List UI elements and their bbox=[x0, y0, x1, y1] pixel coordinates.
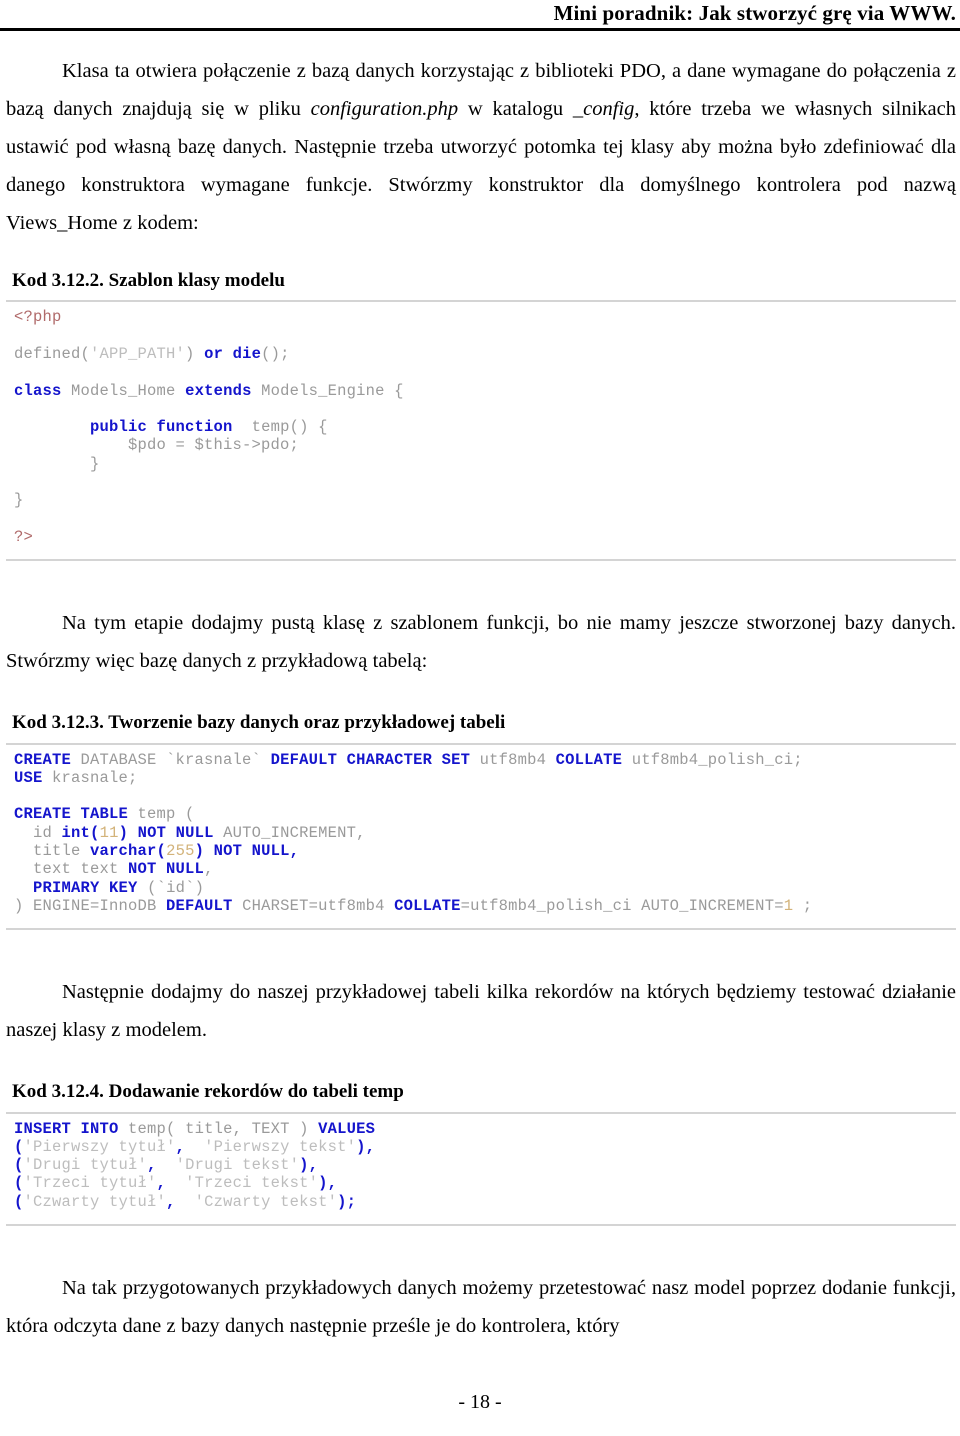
code-block-2-content: CREATE DATABASE `krasnale` DEFAULT CHARA… bbox=[14, 750, 813, 915]
page-number: - 18 - bbox=[458, 1391, 502, 1413]
directory-config: _config bbox=[572, 98, 635, 121]
code-block-2: Kod 3.12.3. Tworzenie bazy danych oraz p… bbox=[6, 711, 956, 931]
paragraph-empty-class: Na tym etapie dodajmy pustą klasę z szab… bbox=[6, 612, 956, 672]
code-block-1-content: <?php defined('APP_PATH') or die(); clas… bbox=[14, 308, 404, 546]
code-block-1: Kod 3.12.2. Szablon klasy modelu <?php d… bbox=[6, 269, 956, 562]
code-block-3-content: INSERT INTO temp( title, TEXT ) VALUES (… bbox=[14, 1119, 376, 1211]
paragraph-intro-part2: w katalogu bbox=[458, 98, 573, 121]
document-page: Mini poradnik: Jak stworzyć grę via WWW.… bbox=[0, 0, 960, 1436]
paragraph-intro: Klasa ta otwiera połączenie z bazą danyc… bbox=[6, 53, 956, 243]
paragraph-closing: Na tak przygotowanych przykładowych dany… bbox=[6, 1277, 956, 1337]
header-title: Mini poradnik: Jak stworzyć grę via WWW. bbox=[553, 1, 956, 25]
document-content: Klasa ta otwiera połączenie z bazą danyc… bbox=[0, 53, 960, 1346]
code-block-3-title: Kod 3.12.4. Dodawanie rekordów do tabeli… bbox=[12, 1080, 404, 1102]
page-header: Mini poradnik: Jak stworzyć grę via WWW. bbox=[0, 0, 960, 25]
paragraph-add-records: Następnie dodajmy do naszej przykładowej… bbox=[6, 981, 956, 1042]
code-block-2-title: Kod 3.12.3. Tworzenie bazy danych oraz p… bbox=[12, 711, 506, 733]
filename-configuration-php: configuration.php bbox=[310, 98, 459, 121]
header-divider bbox=[0, 28, 960, 32]
code-block-3: Kod 3.12.4. Dodawanie rekordów do tabeli… bbox=[6, 1080, 956, 1227]
code-block-1-title: Kod 3.12.2. Szablon klasy modelu bbox=[12, 269, 285, 291]
